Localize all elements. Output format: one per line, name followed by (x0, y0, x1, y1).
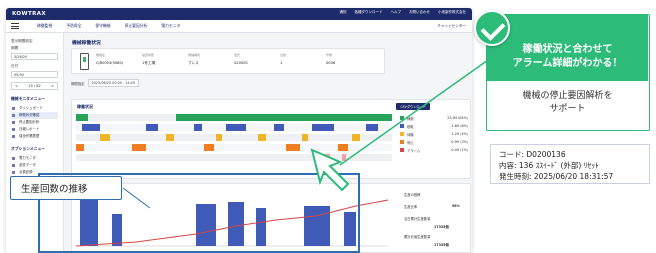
check-icon (474, 10, 510, 46)
green-pointer-arrow (310, 148, 350, 192)
alarm-code: コード: D0200136 (499, 150, 566, 159)
callout-headline: 稼働状況と合わせて アラーム詳細がわかる！ (487, 15, 648, 81)
alarm-content: 内容: 136 ｽｽｲｰﾄﾞ (外部) ﾘｾｯﾄ (499, 161, 599, 170)
callout-headline-line2: アラーム詳細がわかる！ (512, 58, 623, 69)
callout-sub-line2: サポート (549, 104, 586, 114)
callout-subtext: 機械の停止要因解析を サポート (487, 90, 648, 116)
callout-headline-line1: 稼働状況と合わせて (522, 44, 613, 55)
blue-connector-line (122, 187, 151, 209)
alarm-time: 発生時刻: 2025/06/20 18:31:57 (499, 172, 614, 181)
feature-callout: 稼働状況と合わせて アラーム詳細がわかる！ 機械の停止要因解析を サポート (486, 14, 650, 131)
alarm-detail-box: コード: D0200136 内容: 136 ｽｽｲｰﾄﾞ (外部) ﾘｾｯﾄ 発… (490, 144, 650, 184)
green-connector-line (339, 59, 489, 166)
callout-sub-line1: 機械の停止要因解析を (522, 91, 613, 101)
